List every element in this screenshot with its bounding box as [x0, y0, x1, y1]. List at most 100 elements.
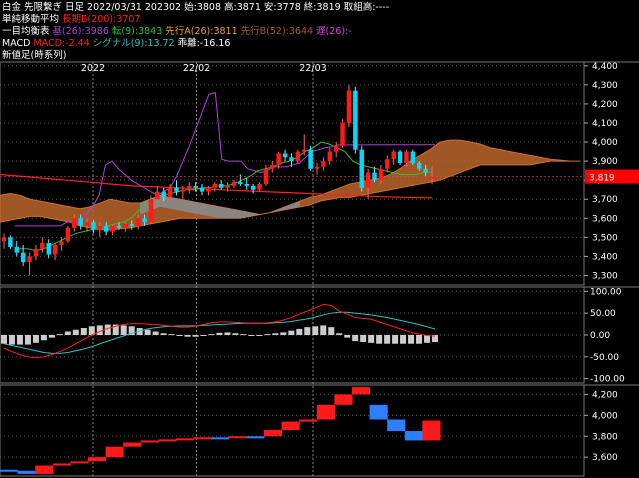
macd-hist-bar	[208, 334, 215, 336]
macd-hist-bar	[240, 334, 247, 336]
price-tick-label: 3,900	[592, 157, 618, 167]
candle-body	[340, 122, 345, 146]
macd-tick-label: -100.00	[590, 375, 625, 385]
newprice-brick	[70, 461, 89, 464]
current-price-label: 3,819	[589, 174, 615, 184]
macd-hist-bar	[336, 333, 343, 335]
newprice-brick	[105, 446, 124, 458]
candle-body	[123, 224, 128, 228]
macd-hist-bar	[64, 331, 71, 335]
date-tick-label: 22/03	[299, 63, 326, 74]
newprice-brick	[281, 421, 300, 430]
date-tick-label: 22/02	[183, 63, 210, 74]
macd-hist-bar	[368, 335, 375, 343]
candle-body	[270, 164, 275, 169]
price-tick-label: 3,300	[592, 271, 618, 281]
price-tick-label: 4,200	[592, 100, 618, 110]
newprice-brick	[422, 420, 441, 441]
candle-body	[129, 224, 134, 226]
candle-body	[91, 222, 96, 230]
newprice-brick	[299, 419, 318, 422]
candle-body	[404, 151, 409, 164]
candle-body	[84, 222, 90, 226]
candle-body	[302, 149, 307, 152]
newprice-brick	[158, 439, 177, 442]
price-tick-label: 3,700	[592, 195, 618, 205]
macd-hist-bar	[424, 335, 431, 343]
candle-body	[257, 183, 262, 190]
candle-body	[359, 149, 364, 188]
macd-hist-bar	[56, 334, 63, 336]
candle-body	[308, 149, 313, 169]
candle-body	[199, 187, 205, 192]
macd-hist-bar	[192, 335, 199, 337]
candle-body	[206, 187, 211, 192]
candle-body	[155, 191, 160, 200]
candle-body	[416, 163, 422, 169]
candle-body	[365, 172, 371, 188]
newprice-brick	[211, 437, 230, 440]
candle-body	[65, 227, 71, 242]
candle-body	[353, 90, 358, 150]
candle-body	[295, 151, 301, 162]
macd-hist-bar	[216, 332, 223, 335]
newprice-brick	[193, 437, 212, 440]
macd-hist-bar	[408, 335, 415, 344]
macd-hist-bar	[384, 335, 391, 344]
kijun-line	[15, 91, 435, 227]
candle-body	[1, 237, 7, 242]
macd-hist-bar	[152, 331, 159, 335]
chart-canvas[interactable]: 2022 22/02 22/03 4,400 4,300 4,200 4,100 4,000 3…	[0, 0, 639, 478]
macd-hist-bar	[360, 335, 367, 342]
candle-body	[46, 243, 51, 255]
date-tick-label: 2022	[81, 63, 105, 74]
candle-body	[378, 168, 384, 181]
price-tick-label: 4,100	[592, 119, 618, 129]
macd-hist-bar	[256, 335, 263, 336]
macd-hist-bar	[288, 330, 295, 335]
macd-hist-bar	[48, 335, 55, 338]
candle-body	[321, 161, 326, 167]
candle-body	[161, 191, 166, 198]
candle-body	[97, 225, 103, 230]
newprice-brick	[52, 463, 71, 466]
macd-hist-bar	[272, 333, 279, 335]
candle-body	[33, 248, 39, 257]
candle-body	[193, 185, 198, 188]
newprice-brick	[369, 404, 388, 420]
macd-hist-bar	[32, 335, 39, 343]
candle-body	[314, 166, 320, 169]
ichimoku-cloud	[0, 139, 580, 231]
newprice-brick	[176, 438, 195, 441]
candle-body	[327, 151, 333, 162]
newprice-tick-label: 4,000	[592, 411, 618, 421]
newprice-brick	[246, 436, 265, 439]
macd-hist-bar	[8, 335, 15, 345]
candle-body	[187, 185, 192, 190]
macd-hist-bar	[80, 328, 87, 335]
candle-body	[148, 199, 154, 223]
macd-hist-bar	[40, 335, 47, 341]
candle-body	[250, 185, 256, 190]
macd-hist-bar	[224, 332, 231, 335]
macd-hist-bar	[280, 332, 287, 335]
newprice-brick	[123, 442, 142, 447]
macd-hist-bar	[1, 335, 7, 344]
newprice-brick	[387, 419, 406, 432]
macd-hist-bar	[400, 335, 407, 344]
candle-body	[231, 182, 237, 186]
macd-tick-label: 100.00	[590, 287, 622, 297]
macd-hist-bar	[176, 335, 183, 336]
newprice-brick	[228, 436, 247, 439]
macd-hist-bar	[232, 333, 239, 335]
macd-line	[3, 303, 436, 359]
newprice-brick	[140, 440, 159, 443]
candle-body	[8, 237, 13, 247]
macd-hist-bar	[344, 335, 351, 338]
candle-body	[20, 252, 26, 263]
price-tick-label: 4,300	[592, 81, 618, 91]
price-tick-label: 4,400	[592, 62, 618, 72]
candle-body	[72, 218, 77, 228]
macd-hist-bar	[352, 335, 359, 342]
price-tick-label: 3,500	[592, 233, 618, 243]
